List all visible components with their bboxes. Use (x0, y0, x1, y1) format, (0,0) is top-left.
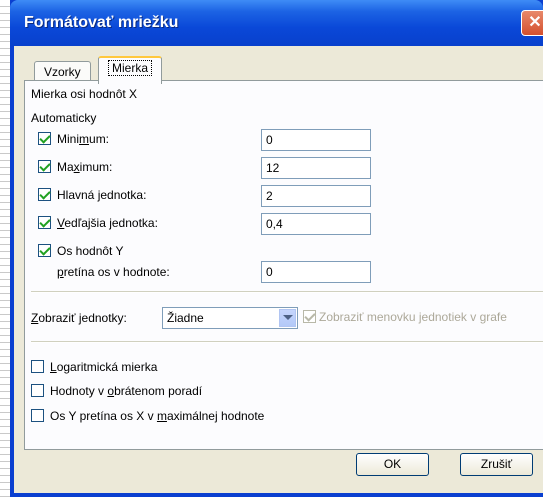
separator (31, 341, 543, 343)
maximum-input[interactable]: 12 (261, 157, 371, 179)
log-scale-label: Logaritmická mierka (50, 360, 158, 374)
chevron-down-icon[interactable] (279, 309, 296, 327)
tab-mierka[interactable]: Mierka (98, 56, 163, 84)
minimum-input[interactable]: 0 (261, 129, 371, 151)
ok-button[interactable]: OK (356, 453, 429, 476)
crosses-at-value-label: pretína os v hodnote: (57, 265, 170, 279)
display-units-value: Žiadne (167, 311, 204, 325)
crosses-at-max-checkbox[interactable] (31, 409, 44, 422)
major-unit-label: Hlavná jednotka: (57, 188, 147, 202)
crosses-at-max-label: Os Y pretína os X v maximálnej hodnote (50, 409, 265, 423)
display-units-select[interactable]: Žiadne (162, 307, 298, 329)
minor-unit-auto-checkbox[interactable] (38, 216, 51, 229)
minimum-auto-checkbox[interactable] (38, 132, 51, 145)
close-button[interactable]: ✕ (521, 10, 543, 36)
separator (31, 291, 543, 293)
dialog-title: Formátovať mriežku (24, 14, 179, 31)
minor-unit-input[interactable]: 0,4 (261, 213, 371, 235)
minimum-label: Minimum: (57, 132, 110, 146)
major-unit-input[interactable]: 2 (261, 185, 371, 207)
cancel-button[interactable]: Zrušiť (460, 453, 533, 476)
minor-unit-label: Vedľajšia jednotka: (57, 216, 158, 230)
auto-label: Automaticky (31, 111, 97, 125)
display-units-label: Zobraziť jednotky: (31, 311, 127, 325)
title-bar[interactable]: Formátovať mriežku ✕ (10, 0, 543, 46)
tab-vzorky[interactable]: Vzorky (34, 61, 91, 82)
maximum-auto-checkbox[interactable] (38, 160, 51, 173)
scale-heading: Mierka osi hodnôt X (31, 87, 138, 101)
show-units-label-text: Zobraziť menovku jednotiek v grafe (319, 310, 507, 324)
dialog-client: Vzorky Mierka osi hodnôt X Automaticky M… (14, 46, 543, 493)
reverse-order-label: Hodnoty v obrátenom poradí (50, 384, 203, 398)
tab-panel-mierka: Mierka osi hodnôt X Automaticky Minimum:… (24, 80, 543, 450)
major-unit-auto-checkbox[interactable] (38, 188, 51, 201)
crosses-at-input[interactable]: 0 (261, 261, 371, 283)
log-scale-checkbox[interactable] (31, 360, 44, 373)
crosses-at-label: Os hodnôt Y (57, 244, 124, 258)
show-units-label-checkbox[interactable] (303, 310, 316, 323)
reverse-order-checkbox[interactable] (31, 384, 44, 397)
maximum-label: Maximum: (57, 160, 113, 174)
crosses-at-auto-checkbox[interactable] (38, 244, 51, 257)
dialog-window: Formátovať mriežku ✕ Vzorky Mierka osi h… (10, 0, 543, 497)
